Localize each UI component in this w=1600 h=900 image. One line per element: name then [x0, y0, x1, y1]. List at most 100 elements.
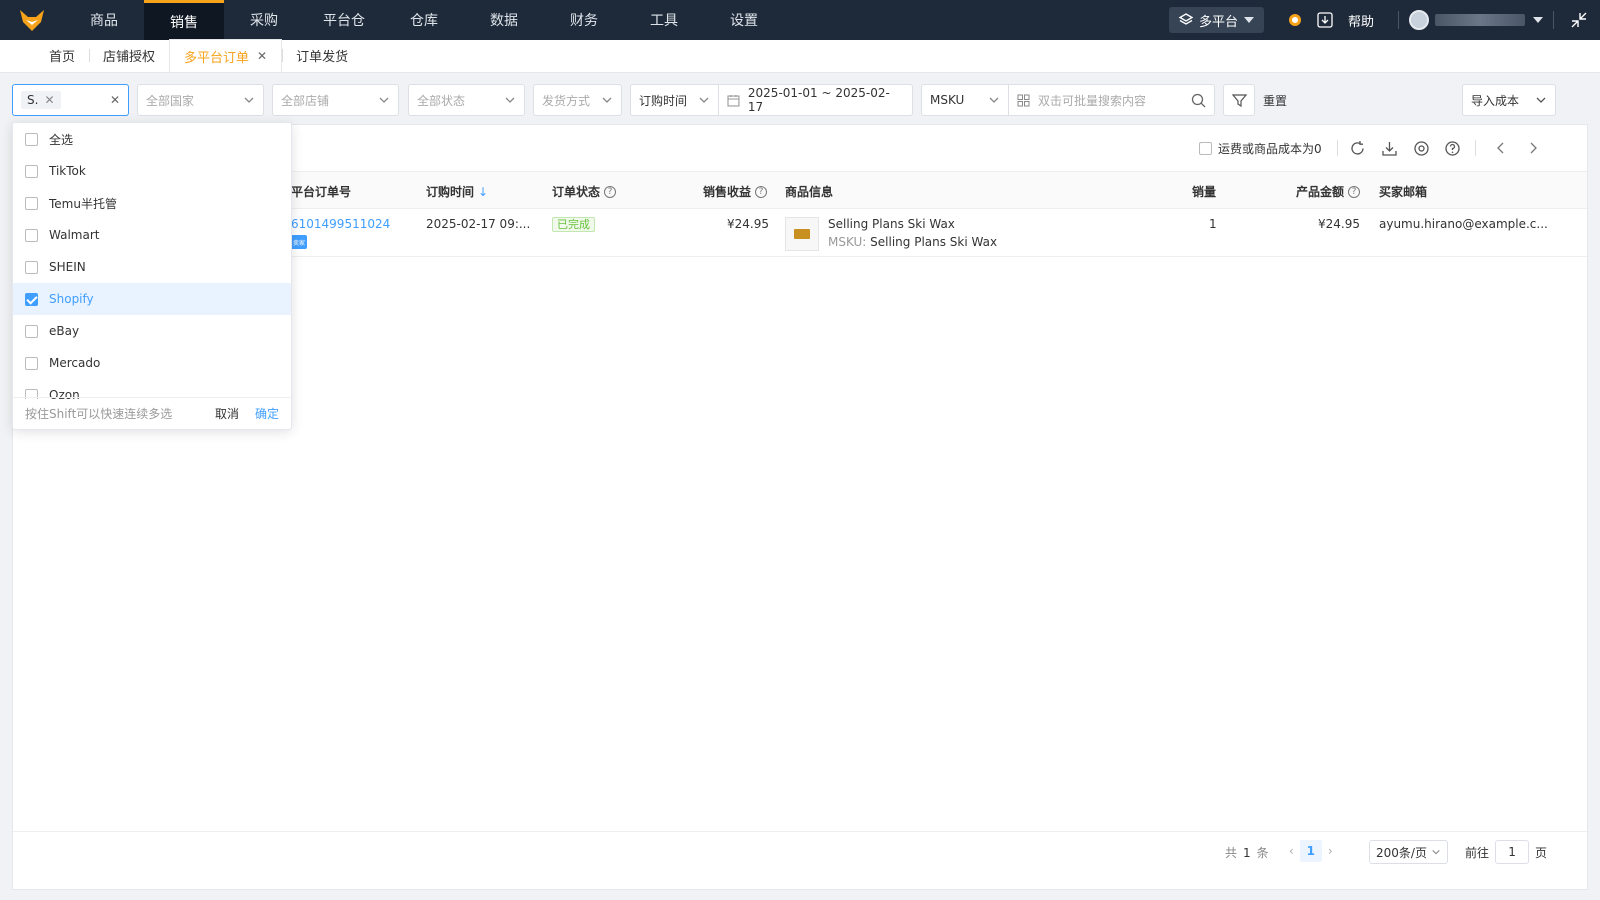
nav-item-platform-warehouse[interactable]: 平台仓	[304, 0, 384, 40]
checkbox[interactable]	[25, 228, 38, 242]
option-select-all[interactable]: 全选	[13, 123, 291, 155]
option-tiktok[interactable]: TikTok	[13, 155, 291, 187]
search-icon[interactable]	[1191, 93, 1206, 108]
avatar[interactable]	[1409, 10, 1429, 30]
search-field-value: MSKU	[930, 93, 965, 107]
nav-item-warehouse[interactable]: 仓库	[384, 0, 464, 40]
msku-value: Selling Plans Ski Wax	[870, 235, 998, 249]
date-range-picker[interactable]: 2025-01-01 ~ 2025-02-17	[718, 84, 913, 116]
batch-grid-icon[interactable]	[1017, 94, 1030, 107]
export-icon[interactable]	[1379, 138, 1399, 158]
nav-item-products[interactable]: 商品	[64, 0, 144, 40]
country-select[interactable]: 全部国家	[137, 84, 264, 116]
option-label: Shopify	[49, 292, 94, 306]
option-label: Temu半托管	[49, 196, 117, 211]
import-cost-button[interactable]: 导入成本	[1462, 84, 1556, 116]
option-ozon[interactable]: Ozon	[13, 379, 291, 399]
page-size-select[interactable]: 200条/页	[1369, 840, 1448, 864]
option-label: SHEIN	[49, 260, 86, 274]
goto-input[interactable]: 1	[1495, 840, 1530, 864]
store-select[interactable]: 全部店铺	[272, 84, 399, 116]
status-badge: 已完成	[552, 217, 595, 232]
notification-icon[interactable]	[1280, 0, 1310, 40]
checkbox-checked[interactable]	[25, 292, 38, 306]
caret-down-icon	[1243, 17, 1254, 23]
checkbox[interactable]	[25, 132, 38, 146]
help-link[interactable]: 帮助	[1348, 11, 1374, 30]
nav-item-sales[interactable]: 销售	[144, 0, 224, 40]
refresh-icon[interactable]	[1347, 138, 1367, 158]
option-ebay[interactable]: eBay	[13, 315, 291, 347]
user-caret-down-icon[interactable]	[1533, 16, 1543, 24]
settings-icon[interactable]	[1411, 138, 1431, 158]
buyer-email: ayumu.hirano@example.c...	[1379, 217, 1548, 231]
nav-item-data[interactable]: 数据	[464, 0, 544, 40]
pagination: 共 1 条 ‹ 1 › 200条/页 前往 1 页	[13, 831, 1587, 871]
shift-hint: 按住Shift可以快速连续多选	[25, 407, 173, 421]
platform-label: 多平台	[1198, 14, 1238, 30]
option-shein[interactable]: SHEIN	[13, 251, 291, 283]
tab-close-icon[interactable]: ✕	[257, 49, 267, 63]
app-logo[interactable]	[0, 0, 64, 40]
current-page[interactable]: 1	[1299, 840, 1322, 862]
collapse-icon[interactable]	[1564, 0, 1594, 40]
toolbar-divider	[1337, 140, 1338, 156]
cancel-button[interactable]: 取消	[215, 405, 239, 422]
reset-button[interactable]: 重置	[1263, 92, 1287, 109]
order-no-link[interactable]: 6101499511024	[291, 217, 390, 231]
question-icon[interactable]: ?	[755, 185, 768, 198]
nav-item-finance[interactable]: 财务	[544, 0, 624, 40]
chip-close-icon[interactable]: ✕	[44, 93, 54, 107]
order-time: 2025-02-17 09:...	[426, 217, 531, 231]
revenue: ¥24.95	[727, 217, 769, 231]
confirm-button[interactable]: 确定	[255, 405, 279, 422]
question-icon[interactable]: ?	[604, 185, 617, 198]
checkbox[interactable]	[25, 196, 38, 210]
time-type-select[interactable]: 订购时间	[630, 84, 719, 116]
username-redacted[interactable]	[1435, 14, 1525, 26]
platform-select[interactable]: S. ✕ ✕	[12, 84, 129, 116]
prev-page-icon[interactable]: ‹	[1289, 844, 1294, 858]
chevron-down-icon	[244, 97, 254, 103]
shipping-method-select[interactable]: 发货方式	[533, 84, 622, 116]
clear-icon[interactable]: ✕	[110, 93, 120, 107]
question-icon[interactable]: ?	[1348, 185, 1361, 198]
option-shopify[interactable]: Shopify	[13, 283, 291, 315]
page-nav: ‹ 1 ›	[1289, 840, 1333, 862]
tab-order-shipping[interactable]: 订单发货	[282, 39, 362, 72]
option-mercado[interactable]: Mercado	[13, 347, 291, 379]
page-size-box[interactable]: 200条/页	[1369, 840, 1448, 864]
checkbox[interactable]	[25, 164, 38, 178]
tab-home[interactable]: 首页	[35, 39, 89, 72]
zero-cost-checkbox[interactable]: 运费或商品成本为0	[1199, 140, 1322, 157]
next-page-icon[interactable]	[1523, 138, 1543, 158]
product-thumbnail[interactable]	[785, 217, 819, 251]
checkbox[interactable]	[1199, 142, 1212, 155]
nav-item-purchase[interactable]: 采购	[224, 0, 304, 40]
store-badge-label: 卖家	[292, 239, 305, 247]
col-order-time[interactable]: 订购时间 ↓	[426, 183, 488, 200]
tab-store-auth[interactable]: 店铺授权	[89, 39, 169, 72]
product-name: Selling Plans Ski Wax	[828, 217, 955, 231]
checkbox[interactable]	[25, 356, 38, 370]
tab-multi-platform-orders[interactable]: 多平台订单 ✕	[169, 39, 283, 72]
checkbox[interactable]	[25, 324, 38, 338]
help-circle-icon[interactable]	[1442, 138, 1462, 158]
checkbox[interactable]	[25, 260, 38, 274]
option-temu[interactable]: Temu半托管	[13, 187, 291, 219]
platform-switch-button[interactable]: 多平台	[1168, 7, 1264, 33]
next-page-icon[interactable]: ›	[1328, 844, 1333, 858]
nav-item-settings[interactable]: 设置	[704, 0, 784, 40]
prev-page-icon[interactable]	[1491, 138, 1511, 158]
option-walmart[interactable]: Walmart	[13, 219, 291, 251]
nav-item-tools[interactable]: 工具	[624, 0, 704, 40]
platform-option-list[interactable]: 全选 TikTok Temu半托管 Walmart SHEIN Shopify …	[13, 123, 291, 399]
download-icon[interactable]	[1310, 0, 1340, 40]
sort-desc-icon[interactable]: ↓	[478, 185, 488, 199]
search-input[interactable]: 双击可批量搜索内容	[1008, 84, 1215, 116]
date-range-value: 2025-01-01 ~ 2025-02-17	[747, 86, 890, 114]
search-field-select[interactable]: MSKU	[921, 84, 1009, 116]
status-select[interactable]: 全部状态	[408, 84, 525, 116]
option-label: TikTok	[49, 164, 86, 178]
advanced-filter-button[interactable]	[1223, 84, 1255, 116]
